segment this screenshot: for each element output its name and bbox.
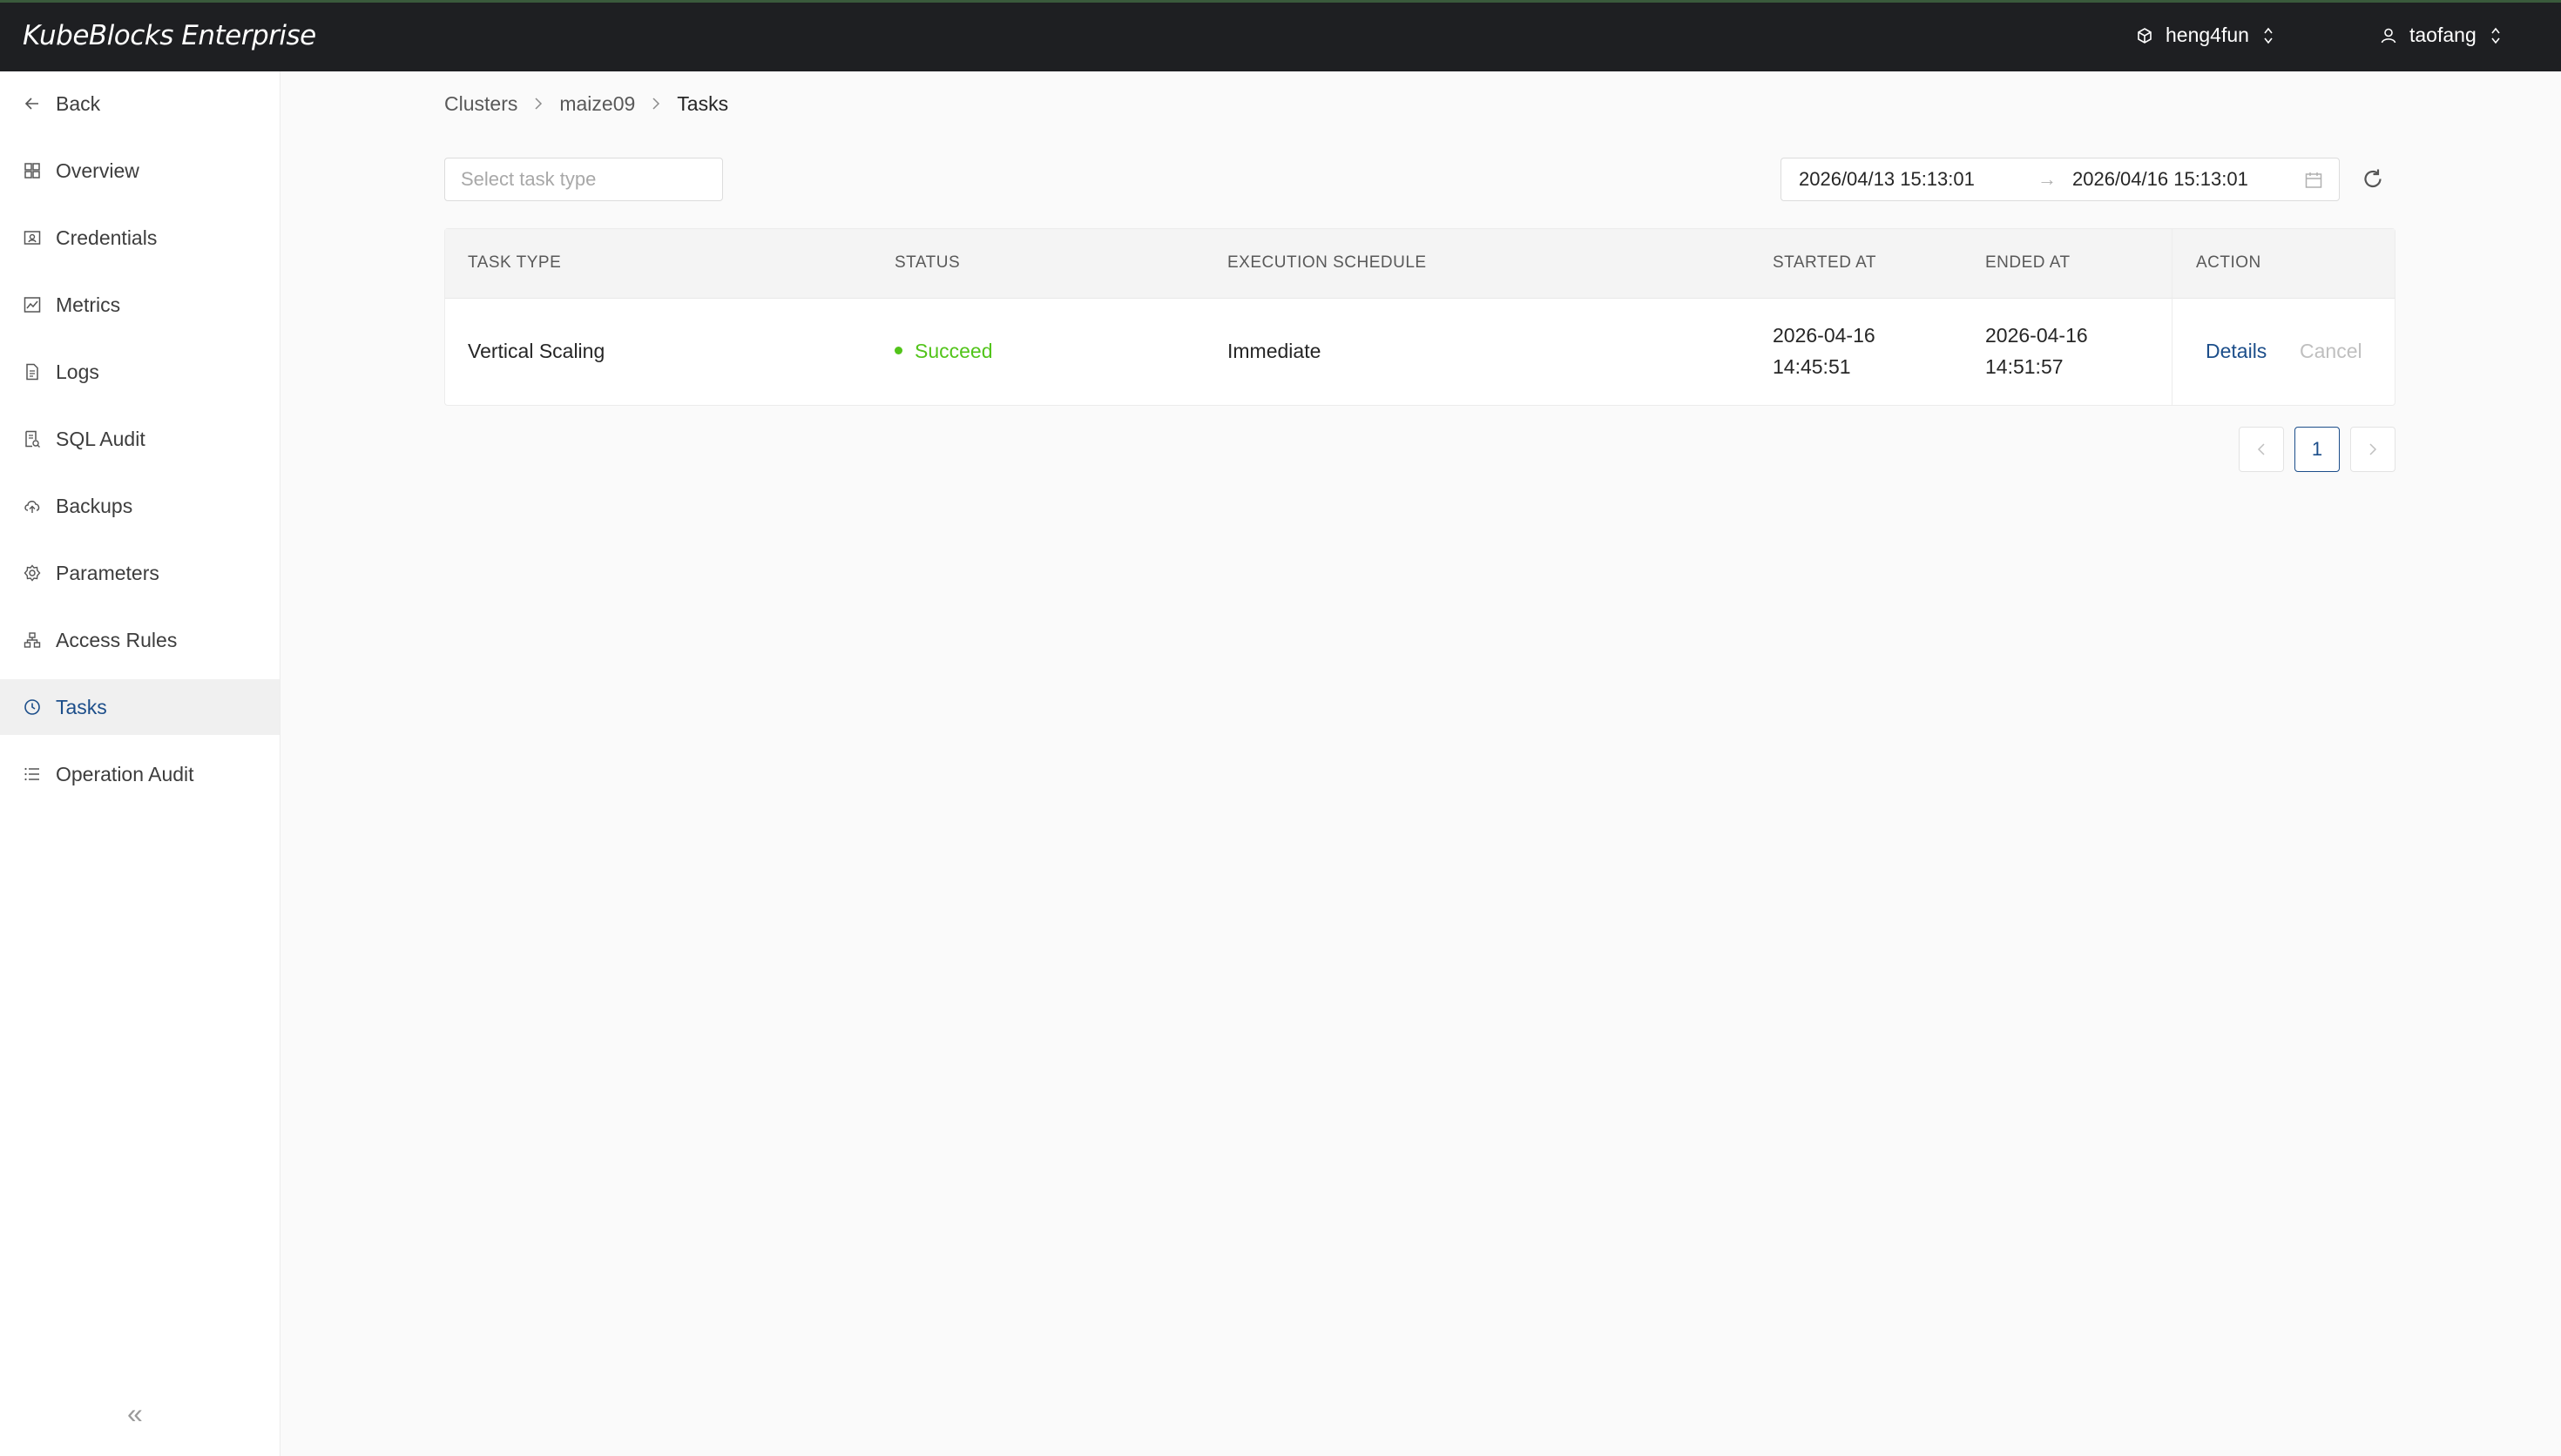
refresh-icon <box>2364 169 2382 187</box>
tasks-table: TASK TYPE STATUS EXECUTION SCHEDULE STAR… <box>444 228 2395 406</box>
sidebar-item-label: Backups <box>56 494 133 517</box>
org-switcher[interactable]: heng4fun <box>2136 24 2286 47</box>
range-end-input[interactable]: 2026/04/16 15:13:01 <box>2072 168 2248 191</box>
audit-icon <box>23 429 42 448</box>
sidebar-item-label: Access Rules <box>56 628 178 651</box>
column-started-at: STARTED AT <box>1773 253 1877 272</box>
cube-icon <box>2138 27 2152 44</box>
sidebar-item-back[interactable]: Back <box>0 76 280 131</box>
cloud-upload-icon <box>23 496 42 516</box>
sidebar-item-credentials[interactable]: Credentials <box>0 210 280 266</box>
chevron-right-icon <box>2369 443 2377 455</box>
chart-icon <box>23 295 42 314</box>
sidebar-item-label: SQL Audit <box>56 427 145 450</box>
key-card-icon <box>23 228 42 247</box>
pagination-next-button[interactable] <box>2350 427 2395 472</box>
ended-at-cell: 2026-04-16 14:51:57 <box>1985 320 2088 382</box>
range-start-input[interactable]: 2026/04/13 15:13:01 <box>1799 168 1975 191</box>
ended-time: 14:51:57 <box>1985 355 2064 378</box>
collapse-sidebar-button[interactable]: « <box>127 1398 143 1430</box>
gear-icon <box>23 563 42 583</box>
task-type-select[interactable]: Select task type <box>444 158 723 201</box>
sidebar: Back Overview Credentials Metrics Logs S… <box>0 71 280 1456</box>
sidebar-item-sql-audit[interactable]: SQL Audit <box>0 411 280 467</box>
sidebar-item-label: Tasks <box>56 695 107 718</box>
app-logo[interactable]: KubeBlocks Enterprise <box>23 20 316 51</box>
document-icon <box>23 362 42 381</box>
sidebar-item-label: Overview <box>56 158 139 182</box>
breadcrumb: Clusters maize09 Tasks <box>444 92 728 116</box>
range-arrow-icon: → <box>2037 168 2057 190</box>
sidebar-item-overview[interactable]: Overview <box>0 143 280 199</box>
org-name: heng4fun <box>2166 24 2249 46</box>
chevron-right-icon <box>533 93 544 116</box>
list-icon <box>23 765 42 784</box>
sidebar-item-label: Back <box>56 91 101 115</box>
chevron-updown-icon <box>2491 27 2500 44</box>
sidebar-item-logs[interactable]: Logs <box>0 344 280 400</box>
status-badge: Succeed <box>915 340 993 362</box>
refresh-button[interactable] <box>2361 167 2385 196</box>
sidebar-item-access-rules[interactable]: Access Rules <box>0 612 280 668</box>
column-task-type: TASK TYPE <box>468 253 562 272</box>
pagination-page-1[interactable]: 1 <box>2294 427 2340 472</box>
chevron-right-icon <box>651 93 661 116</box>
status-cell: Succeed <box>895 335 993 367</box>
chevron-updown-icon <box>2264 27 2273 44</box>
breadcrumb-cluster[interactable]: maize09 <box>559 92 635 116</box>
sidebar-item-label: Operation Audit <box>56 762 194 785</box>
column-ended-at: ENDED AT <box>1985 253 2071 272</box>
schedule-cell: Immediate <box>1227 340 1321 362</box>
column-status: STATUS <box>895 253 961 272</box>
started-date: 2026-04-16 <box>1773 324 1875 347</box>
cancel-link[interactable]: Cancel <box>2300 335 2362 367</box>
sidebar-item-metrics[interactable]: Metrics <box>0 277 280 333</box>
sidebar-item-label: Logs <box>56 360 99 383</box>
grid-icon <box>23 161 42 180</box>
breadcrumb-current: Tasks <box>677 92 729 115</box>
details-link[interactable]: Details <box>2206 335 2267 367</box>
started-time: 14:45:51 <box>1773 355 1851 378</box>
task-type-placeholder: Select task type <box>461 168 597 190</box>
arrow-left-icon <box>23 94 42 113</box>
user-name: taofang <box>2409 24 2477 46</box>
status-dot-icon <box>895 347 902 355</box>
user-menu[interactable]: taofang <box>2380 24 2513 47</box>
ended-date: 2026-04-16 <box>1985 324 2088 347</box>
sidebar-item-label: Metrics <box>56 293 121 316</box>
calendar-icon <box>2304 171 2323 195</box>
chevron-left-icon <box>2257 443 2265 455</box>
sidebar-item-backups[interactable]: Backups <box>0 478 280 534</box>
pagination-prev-button[interactable] <box>2239 427 2284 472</box>
sidebar-item-label: Credentials <box>56 226 158 249</box>
top-bar: KubeBlocks Enterprise heng4fun taofang <box>0 0 2561 71</box>
table-header: TASK TYPE STATUS EXECUTION SCHEDULE STAR… <box>445 229 2395 299</box>
sidebar-item-label: Parameters <box>56 561 159 584</box>
column-action: ACTION <box>2196 253 2261 272</box>
user-icon <box>2381 28 2396 43</box>
sidebar-item-parameters[interactable]: Parameters <box>0 545 280 601</box>
sidebar-item-operation-audit[interactable]: Operation Audit <box>0 746 280 802</box>
clock-icon <box>23 698 42 717</box>
task-type-cell: Vertical Scaling <box>468 340 605 362</box>
breadcrumb-clusters[interactable]: Clusters <box>444 92 517 116</box>
date-range-picker[interactable]: 2026/04/13 15:13:01 → 2026/04/16 15:13:0… <box>1781 158 2340 201</box>
started-at-cell: 2026-04-16 14:45:51 <box>1773 320 1875 382</box>
network-icon <box>23 630 42 650</box>
sidebar-item-tasks[interactable]: Tasks <box>0 679 280 735</box>
column-execution-schedule: EXECUTION SCHEDULE <box>1227 253 1427 272</box>
